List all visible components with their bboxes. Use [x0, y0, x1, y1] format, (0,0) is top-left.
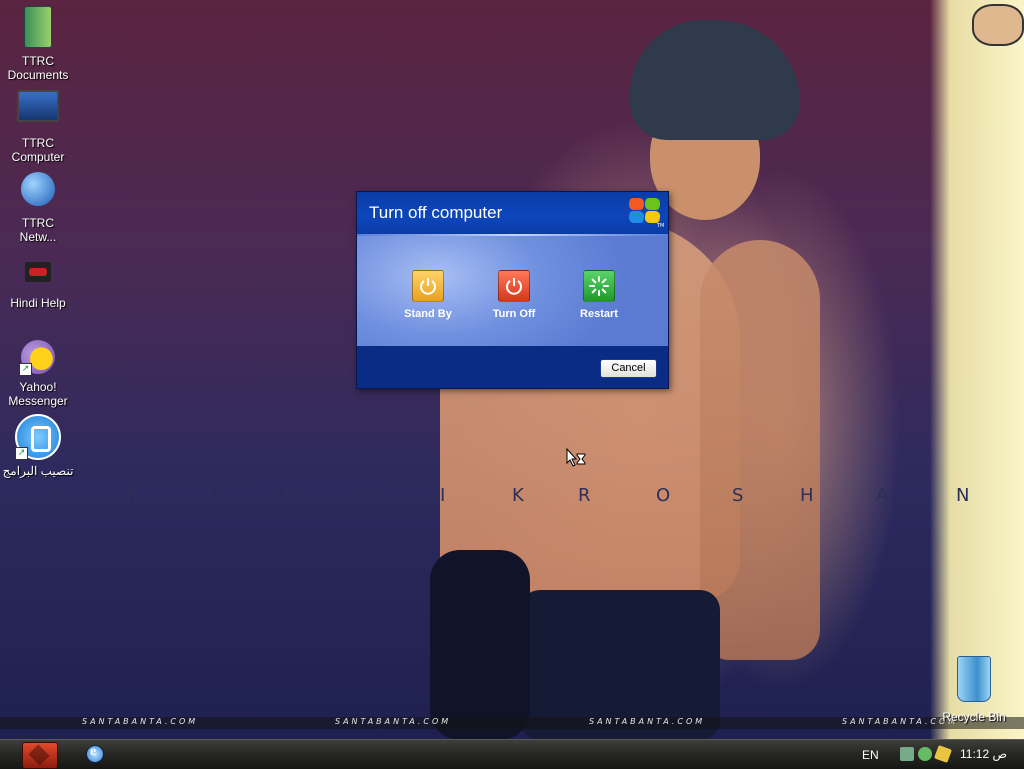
trademark-text: TM [657, 223, 665, 229]
dialog-body: Stand By Turn Off Restart [357, 236, 668, 346]
wallpaper-cap [630, 20, 800, 140]
start-button[interactable] [22, 742, 58, 769]
dialog-header: Turn off computer TM [357, 192, 668, 234]
stand-by-label: Stand By [404, 308, 452, 320]
desktop-icon-label: TTRC Computer [11, 136, 65, 164]
power-icon [498, 270, 530, 302]
wallpaper-figure-reflection [700, 240, 820, 660]
watermark-strip: SANTABANTA.COM SANTABANTA.COM SANTABANTA… [0, 717, 1024, 729]
desktop-icon-ttrc-documents[interactable]: TTRC Documents [0, 6, 76, 82]
wallpaper-letter: A [876, 485, 889, 506]
wallpaper-letter: H [48, 485, 62, 506]
hourglass-cursor-icon [566, 448, 586, 467]
taskbar: EN ص 11:12 [0, 739, 1024, 769]
desktop-icon-label: تنصيب البرامج [2, 464, 74, 478]
desktop-icon-yahoo-messenger[interactable]: ↗ Yahoo! Messenger [0, 340, 76, 408]
watermark-text: SANTABANTA.COM [589, 717, 706, 726]
recycle-bin-icon [957, 656, 991, 702]
cancel-button[interactable]: Cancel [600, 359, 657, 378]
power-icon [412, 270, 444, 302]
restart-icon [583, 270, 615, 302]
turn-off-dialog: Turn off computer TM Stand By Turn Off R… [356, 191, 669, 389]
wallpaper-letter: O [656, 485, 671, 506]
restart-button[interactable]: Restart [563, 270, 635, 320]
wallpaper-letter: R [126, 485, 139, 506]
wallpaper-letter: H [362, 485, 376, 506]
watermark-text: SANTABANTA.COM [82, 717, 199, 726]
desktop-icon-install-programs[interactable]: ↗ تنصيب البرامج [0, 414, 76, 478]
watermark-text: SANTABANTA.COM [335, 717, 452, 726]
clock[interactable]: ص 11:12 [960, 747, 1007, 761]
documents-icon [24, 6, 52, 48]
shortcut-arrow-icon: ↗ [19, 363, 32, 376]
wallpaper-letter: H [800, 485, 814, 506]
language-indicator[interactable]: EN [862, 748, 879, 762]
restart-label: Restart [580, 308, 618, 320]
stand-by-button[interactable]: Stand By [392, 270, 464, 320]
desktop-icon-label: Yahoo! Messenger [8, 380, 68, 408]
desktop-icon-ttrc-computer[interactable]: TTRC Computer [0, 90, 76, 164]
install-programs-icon: ↗ [15, 414, 61, 460]
wallpaper-letter: I [206, 485, 212, 506]
network-tray-icon[interactable] [900, 747, 914, 761]
wallpaper-letter: I [440, 485, 446, 506]
wallpaper-letter: K [512, 485, 524, 506]
desktop-icon-label: TTRC Netw... [19, 216, 57, 244]
desktop-icon-label: Hindi Help [10, 296, 66, 310]
desktop-icon-label: Recycle Bin [942, 710, 1006, 724]
desktop-icon-hindi-help[interactable]: Hindi Help [0, 262, 76, 310]
desktop-icon-ttrc-network[interactable]: TTRC Netw... [0, 172, 76, 244]
desktop-icon-recycle-bin[interactable]: Recycle Bin [938, 656, 1010, 725]
computer-icon [17, 90, 59, 122]
desktop-icon-label: TTRC Documents [7, 54, 69, 82]
turn-off-label: Turn Off [492, 308, 536, 320]
wand-tray-icon[interactable] [934, 745, 952, 763]
windows-logo-icon [628, 197, 661, 225]
internet-explorer-icon[interactable] [86, 744, 104, 763]
safely-remove-tray-icon[interactable] [918, 747, 932, 761]
wallpaper-letter: S [732, 485, 744, 506]
dialog-footer: Cancel [357, 346, 668, 388]
shortcut-arrow-icon: ↗ [15, 447, 28, 460]
wallpaper-name-text: H R I T H I K R O S H A N [0, 485, 1024, 506]
turn-off-button[interactable]: Turn Off [478, 270, 550, 320]
dialog-title: Turn off computer [369, 203, 503, 222]
wallpaper-cloth [430, 550, 530, 739]
wallpaper-letter: T [282, 485, 293, 506]
hindi-help-icon [25, 262, 51, 282]
wallpaper-letter: R [578, 485, 591, 506]
yahoo-messenger-icon: ↗ [19, 340, 55, 376]
wallpaper-letter: N [956, 485, 970, 506]
network-icon [21, 172, 55, 206]
cartoon-icon[interactable] [972, 4, 1024, 46]
